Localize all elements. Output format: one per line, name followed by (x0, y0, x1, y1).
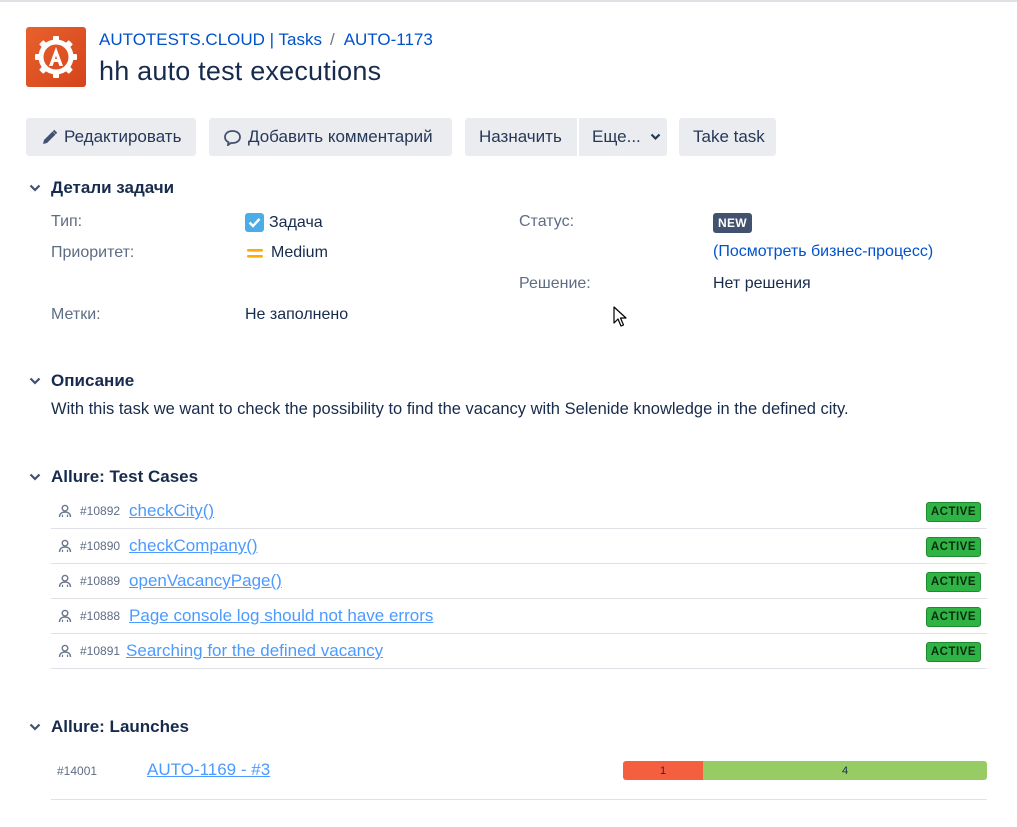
project-avatar[interactable] (26, 27, 86, 87)
chevron-down-icon[interactable] (26, 468, 44, 486)
status-badge: NEW (713, 213, 752, 233)
breadcrumb-separator: / (329, 30, 335, 49)
description-section-heading[interactable]: Описание (26, 371, 134, 391)
resolution-value: Нет решения (713, 275, 811, 292)
launch-link[interactable]: AUTO-1169 - #3 (147, 760, 270, 780)
mouse-cursor-icon (613, 306, 627, 333)
person-icon (58, 644, 74, 658)
test-case-id: #10888 (80, 609, 121, 623)
test-case-id: #10892 (80, 504, 121, 518)
take-task-button[interactable]: Take task (679, 118, 776, 156)
test-cases-heading-text: Allure: Test Cases (51, 467, 199, 486)
launches-section-heading[interactable]: Allure: Launches (26, 717, 189, 737)
workflow-wrapper: (Посмотреть бизнес-процесс) (713, 243, 933, 261)
breadcrumb-issue-key-link[interactable]: AUTO-1173 (344, 30, 433, 50)
assign-button[interactable]: Назначить (465, 118, 577, 156)
top-border (0, 0, 1017, 2)
details-section-heading[interactable]: Детали задачи (26, 178, 174, 198)
description-heading-text: Описание (51, 371, 135, 390)
view-workflow-link[interactable]: (Посмотреть бизнес-процесс) (713, 243, 933, 261)
person-icon (58, 504, 74, 518)
status-label: Статус: (519, 213, 575, 230)
test-case-row: #10891 Searching for the defined vacancy… (51, 634, 987, 669)
priority-label: Приоритет: (51, 244, 135, 261)
test-case-id: #10890 (80, 539, 121, 553)
chevron-down-icon[interactable] (26, 179, 44, 197)
chevron-down-icon[interactable] (26, 372, 44, 390)
type-value-text: Задача (269, 213, 323, 231)
assign-button-label: Назначить (479, 127, 562, 146)
description-text: With this task we want to check the poss… (51, 400, 849, 418)
issue-title[interactable]: hh auto test executions (99, 56, 381, 87)
edit-button-label: Редактировать (64, 127, 182, 146)
test-case-row: #10892 checkCity() ACTIVE (51, 494, 987, 529)
person-icon (58, 539, 74, 553)
test-case-row: #10889 openVacancyPage() ACTIVE (51, 564, 987, 599)
test-case-id: #10891 (80, 644, 121, 658)
take-task-button-label: Take task (693, 127, 765, 146)
passed-segment: 4 (703, 761, 987, 780)
person-icon (58, 609, 74, 623)
priority-value-text: Medium (271, 244, 328, 261)
add-comment-button[interactable]: Добавить комментарий (209, 118, 452, 156)
type-value: Задача (245, 213, 323, 232)
more-button-label: Еще... (592, 127, 641, 146)
test-case-row: #10890 checkCompany() ACTIVE (51, 529, 987, 564)
active-status-badge: ACTIVE (925, 572, 981, 592)
priority-medium-icon (247, 246, 263, 260)
comment-icon (223, 129, 242, 146)
test-cases-section-heading[interactable]: Allure: Test Cases (26, 467, 198, 487)
chevron-down-icon (650, 133, 661, 141)
test-case-link[interactable]: Searching for the defined vacancy (126, 641, 383, 661)
type-label: Тип: (51, 213, 83, 230)
pencil-icon (41, 129, 58, 146)
task-checkbox-icon (245, 213, 264, 232)
active-status-badge: ACTIVE (925, 607, 981, 627)
chevron-down-icon[interactable] (26, 718, 44, 736)
launches-heading-text: Allure: Launches (51, 717, 189, 736)
launch-row: #14001 AUTO-1169 - #3 1 4 (51, 750, 987, 800)
test-case-link[interactable]: openVacancyPage() (129, 571, 282, 591)
test-case-link[interactable]: checkCity() (129, 501, 214, 521)
failed-segment: 1 (623, 761, 704, 780)
details-heading-text: Детали задачи (51, 178, 175, 197)
active-status-badge: ACTIVE (925, 642, 981, 662)
more-dropdown-button[interactable]: Еще... (579, 118, 667, 156)
add-comment-button-label: Добавить комментарий (248, 127, 433, 146)
active-status-badge: ACTIVE (925, 502, 981, 522)
test-case-link[interactable]: checkCompany() (129, 536, 258, 556)
launch-result-bar: 1 4 (623, 761, 987, 780)
test-case-row: #10888 Page console log should not have … (51, 599, 987, 634)
labels-label: Метки: (51, 306, 101, 323)
resolution-label: Решение: (519, 275, 591, 292)
person-icon (58, 574, 74, 588)
launch-id: #14001 (57, 764, 98, 778)
test-case-link[interactable]: Page console log should not have errors (129, 606, 433, 626)
breadcrumb-project-link[interactable]: AUTOTESTS.CLOUD | Tasks (99, 30, 322, 50)
breadcrumb: AUTOTESTS.CLOUD | Tasks / AUTO-1173 (99, 30, 433, 50)
gear-a-logo-icon (35, 36, 77, 78)
active-status-badge: ACTIVE (925, 537, 981, 557)
test-case-id: #10889 (80, 574, 121, 588)
labels-value: Не заполнено (245, 306, 349, 323)
edit-button[interactable]: Редактировать (26, 118, 196, 156)
priority-value: Medium (247, 244, 328, 262)
